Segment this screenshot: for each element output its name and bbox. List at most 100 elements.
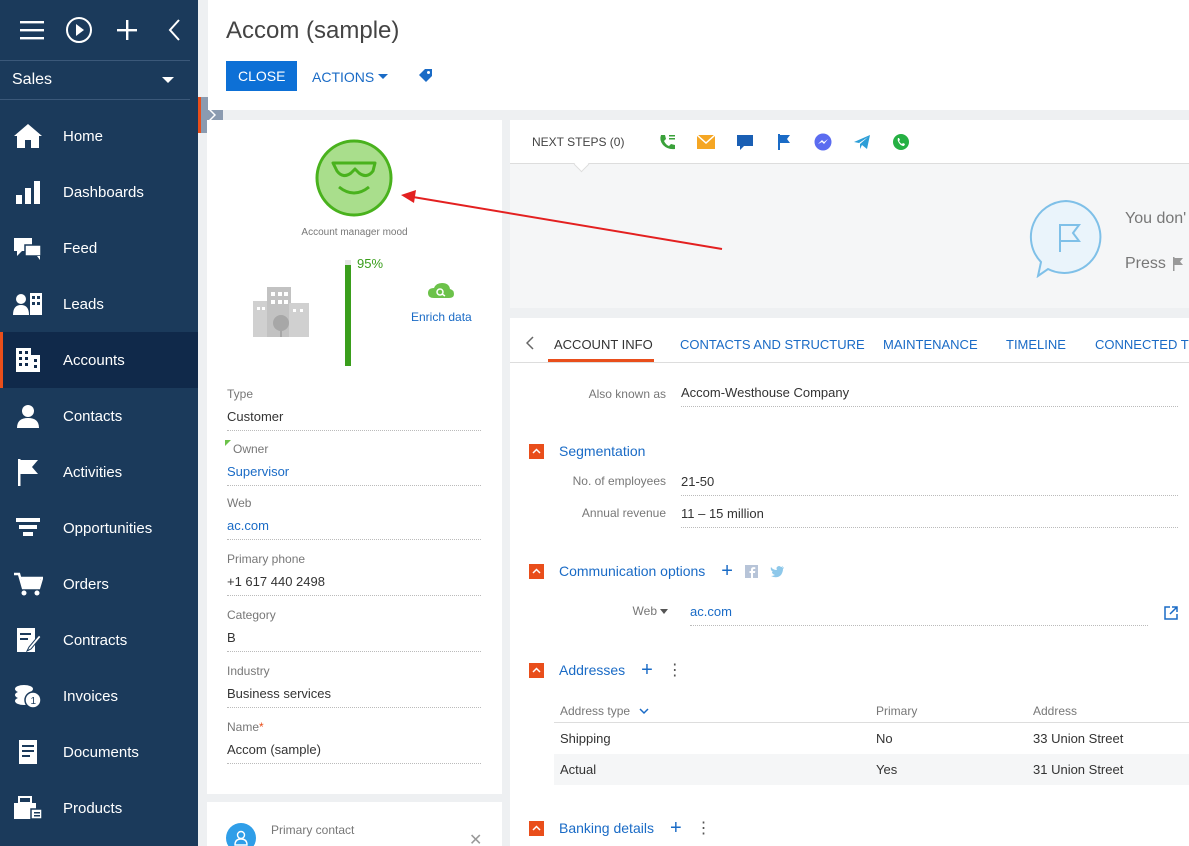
table-cell: Yes bbox=[876, 762, 898, 777]
whatsapp-icon[interactable] bbox=[892, 133, 910, 151]
owner-field[interactable]: Owner Supervisor bbox=[225, 440, 481, 486]
add-icon[interactable]: + bbox=[641, 660, 653, 680]
tab-maintenance[interactable]: MAINTENANCE bbox=[883, 337, 978, 352]
workspace-selector[interactable]: Sales bbox=[0, 60, 190, 100]
account-logo-placeholder-icon[interactable] bbox=[253, 283, 311, 340]
column-header[interactable]: Primary bbox=[870, 704, 1027, 718]
sidebar-item-label: Orders bbox=[63, 575, 109, 593]
table-cell: Actual bbox=[560, 762, 597, 777]
field-label: Owner bbox=[233, 442, 269, 456]
enrich-data-link[interactable]: Enrich data bbox=[411, 310, 472, 324]
orders-icon bbox=[12, 570, 44, 598]
message-icon[interactable] bbox=[736, 133, 754, 151]
twitter-icon[interactable] bbox=[770, 565, 785, 578]
table-cell: 31 Union Street bbox=[1033, 762, 1124, 777]
add-icon[interactable]: + bbox=[721, 561, 733, 581]
actions-button[interactable]: ACTIONS bbox=[312, 69, 389, 85]
next-steps-header: NEXT STEPS (0) bbox=[510, 120, 1189, 164]
sidebar-item-feed[interactable]: Feed bbox=[0, 220, 198, 276]
sidebar-item-leads[interactable]: Leads bbox=[0, 276, 198, 332]
sidebar-item-invoices[interactable]: 1 Invoices bbox=[0, 668, 198, 724]
column-header[interactable]: Address bbox=[1027, 704, 1189, 718]
table-cell: 33 Union Street bbox=[1033, 731, 1124, 746]
column-header-label: Address type bbox=[560, 703, 631, 718]
messenger-icon[interactable] bbox=[814, 133, 832, 151]
addresses-table: Address type Primary Address Shipping No… bbox=[554, 699, 1189, 785]
web-value[interactable]: ac.com bbox=[690, 604, 1148, 626]
field-value[interactable]: ac.com bbox=[227, 518, 481, 540]
tab-timeline[interactable]: TIMELINE bbox=[1006, 337, 1066, 352]
annual-revenue-value[interactable]: 11 – 15 million bbox=[681, 506, 1178, 528]
menu-icon[interactable] bbox=[8, 10, 56, 50]
email-icon[interactable] bbox=[697, 133, 716, 151]
open-link-icon[interactable] bbox=[1164, 606, 1178, 620]
field-label-text: Name bbox=[227, 720, 260, 734]
sidebar-item-products[interactable]: Products bbox=[0, 780, 198, 836]
category-field[interactable]: Category B bbox=[227, 608, 481, 652]
tab-connected-to[interactable]: CONNECTED TO bbox=[1095, 337, 1189, 352]
also-known-as-value[interactable]: Accom-Westhouse Company bbox=[681, 385, 1178, 407]
field-value[interactable]: Supervisor bbox=[227, 464, 481, 486]
type-field[interactable]: Type Customer bbox=[227, 387, 481, 431]
field-label: Primary phone bbox=[227, 552, 306, 566]
sidebar-item-label: Accounts bbox=[63, 351, 125, 369]
chevron-left-icon[interactable] bbox=[526, 336, 534, 350]
tag-icon[interactable] bbox=[418, 68, 434, 87]
telegram-icon[interactable] bbox=[853, 133, 871, 151]
column-header[interactable]: Address type bbox=[554, 704, 870, 718]
tab-contacts-and-structure[interactable]: CONTACTS AND STRUCTURE bbox=[680, 337, 865, 352]
table-row[interactable]: Actual Yes 31 Union Street bbox=[554, 754, 1189, 785]
sidebar-item-opportunities[interactable]: Opportunities bbox=[0, 500, 198, 556]
communication-options-section[interactable]: Communication options + bbox=[529, 561, 785, 581]
sidebar-item-label: Contracts bbox=[63, 631, 128, 649]
tab-account-info[interactable]: ACCOUNT INFO bbox=[554, 337, 653, 352]
field-label: Category bbox=[227, 608, 276, 622]
web-field[interactable]: Web ac.com bbox=[227, 496, 481, 540]
table-row[interactable]: Shipping No 33 Union Street bbox=[554, 723, 1189, 754]
add-icon[interactable] bbox=[103, 10, 151, 50]
field-label: Name* bbox=[227, 720, 481, 734]
primary-contact-label: Primary contact bbox=[271, 823, 355, 837]
more-options-icon[interactable]: ⋮ bbox=[696, 818, 712, 838]
sidebar-item-activities[interactable]: Activities bbox=[0, 444, 198, 500]
call-icon[interactable] bbox=[658, 133, 676, 151]
flag-icon[interactable] bbox=[775, 133, 793, 151]
sidebar-item-dashboards[interactable]: Dashboards bbox=[0, 164, 198, 220]
sidebar-item-label: Contacts bbox=[63, 407, 123, 425]
web-type-selector[interactable]: Web bbox=[550, 604, 668, 618]
close-icon[interactable]: ✕ bbox=[469, 830, 482, 846]
mood-smiley-icon[interactable] bbox=[315, 139, 393, 217]
sidebar-item-home[interactable]: Home bbox=[0, 108, 198, 164]
sidebar-item-orders[interactable]: Orders bbox=[0, 556, 198, 612]
primary-contact-card: Primary contact ✕ bbox=[207, 802, 502, 846]
actions-label: ACTIONS bbox=[312, 69, 375, 85]
segmentation-section[interactable]: Segmentation bbox=[529, 443, 645, 459]
facebook-icon[interactable] bbox=[744, 564, 758, 578]
owner-marker-icon bbox=[225, 440, 231, 446]
products-icon bbox=[12, 794, 44, 822]
cloud-search-icon[interactable] bbox=[427, 282, 455, 303]
collapse-sidebar-icon[interactable] bbox=[151, 10, 199, 50]
industry-field[interactable]: Industry Business services bbox=[227, 664, 481, 708]
sidebar-item-documents[interactable]: Documents bbox=[0, 724, 198, 780]
tab-next-steps[interactable]: NEXT STEPS (0) bbox=[532, 135, 624, 149]
add-icon[interactable]: + bbox=[670, 818, 682, 838]
sidebar-item-label: Feed bbox=[63, 239, 98, 257]
addresses-section[interactable]: Addresses + ⋮ bbox=[529, 660, 683, 680]
banking-details-section[interactable]: Banking details + ⋮ bbox=[529, 818, 712, 838]
close-button[interactable]: CLOSE bbox=[226, 61, 298, 91]
more-options-icon[interactable]: ⋮ bbox=[667, 660, 683, 680]
employees-value[interactable]: 21-50 bbox=[681, 474, 1178, 496]
sidebar-item-contacts[interactable]: Contacts bbox=[0, 388, 198, 444]
next-steps-panel: NEXT STEPS (0) You don' Press bbox=[510, 120, 1189, 308]
name-field[interactable]: Name* Accom (sample) bbox=[227, 720, 481, 764]
table-cell: Shipping bbox=[560, 731, 611, 746]
process-play-icon[interactable] bbox=[56, 10, 104, 50]
sidebar-item-contracts[interactable]: Contracts bbox=[0, 612, 198, 668]
sidebar-item-accounts[interactable]: Accounts bbox=[0, 332, 198, 388]
sidebar-item-label: Activities bbox=[63, 463, 123, 481]
sidebar-item-label: Opportunities bbox=[63, 519, 153, 537]
leads-icon bbox=[12, 290, 44, 318]
section-title: Segmentation bbox=[559, 443, 646, 459]
primary-phone-field[interactable]: Primary phone +1 617 440 2498 bbox=[227, 552, 481, 596]
